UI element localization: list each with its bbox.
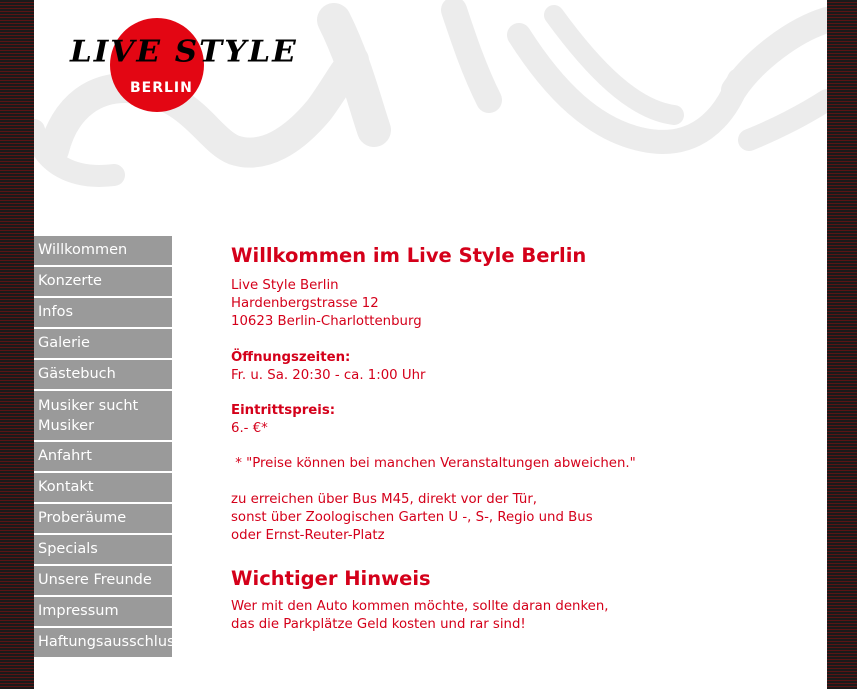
nav-item-galerie[interactable]: Galerie — [34, 329, 172, 360]
notice-title: Wichtiger Hinweis — [231, 567, 431, 591]
nav-item-anfahrt[interactable]: Anfahrt — [34, 442, 172, 473]
hours-value: Fr. u. Sa. 20:30 - ca. 1:00 Uhr — [231, 367, 426, 383]
background-stroke — [317, 3, 391, 147]
nav-item-kontakt[interactable]: Kontakt — [34, 473, 172, 504]
nav-item-infos[interactable]: Infos — [34, 298, 172, 329]
logo[interactable]: LIVE STYLE BERLIN — [64, 10, 298, 120]
directions-line: oder Ernst-Reuter-Platz — [231, 528, 385, 544]
nav-item-label-line: Musiker sucht — [38, 398, 139, 414]
sidebar-nav: Willkommen Konzerte Infos Galerie Gästeb… — [34, 236, 172, 659]
hours-label: Öffnungszeiten: — [231, 349, 351, 365]
price-value: 6.- €* — [231, 421, 268, 437]
background-stroke — [721, 7, 827, 103]
nav-item-specials[interactable]: Specials — [34, 535, 172, 566]
logo-city: BERLIN — [130, 80, 193, 96]
nav-item-unsere-freunde[interactable]: Unsere Freunde — [34, 566, 172, 597]
directions-line: zu erreichen über Bus M45, direkt vor de… — [231, 491, 538, 507]
nav-item-label-line: Musiker — [38, 418, 95, 434]
address-line: 10623 Berlin-Charlottenburg — [231, 314, 422, 330]
nav-item-haftungsausschluss[interactable]: Haftungsausschluss — [34, 628, 172, 659]
nav-item-gaestebuch[interactable]: Gästebuch — [34, 360, 172, 391]
price-label: Eintrittspreis: — [231, 403, 336, 419]
notice-line: Wer mit den Auto kommen möchte, sollte d… — [231, 599, 609, 615]
logo-wordmark: LIVE STYLE — [70, 34, 298, 70]
page: LIVE STYLE BERLIN Willkommen Konzerte In… — [34, 0, 827, 689]
main-content: Willkommen im Live Style Berlin Live Sty… — [231, 243, 791, 635]
page-title: Willkommen im Live Style Berlin — [231, 244, 587, 267]
address-line: Hardenbergstrasse 12 — [231, 296, 379, 312]
nav-item-proberaeume[interactable]: Proberäume — [34, 504, 172, 535]
nav-item-willkommen[interactable]: Willkommen — [34, 236, 172, 267]
nav-item-impressum[interactable]: Impressum — [34, 597, 172, 628]
nav-item-musiker-sucht-musiker[interactable]: Musiker sucht Musiker — [34, 391, 172, 442]
price-note: * "Preise können bei manchen Veranstaltu… — [231, 456, 636, 472]
nav-item-konzerte[interactable]: Konzerte — [34, 267, 172, 298]
background-stroke — [738, 89, 827, 151]
notice-line: das die Parkplätze Geld kosten und rar s… — [231, 617, 526, 633]
address-line: Live Style Berlin — [231, 278, 339, 293]
directions-line: sonst über Zoologischen Garten U -, S-, … — [231, 509, 593, 525]
background-stroke — [441, 0, 502, 113]
